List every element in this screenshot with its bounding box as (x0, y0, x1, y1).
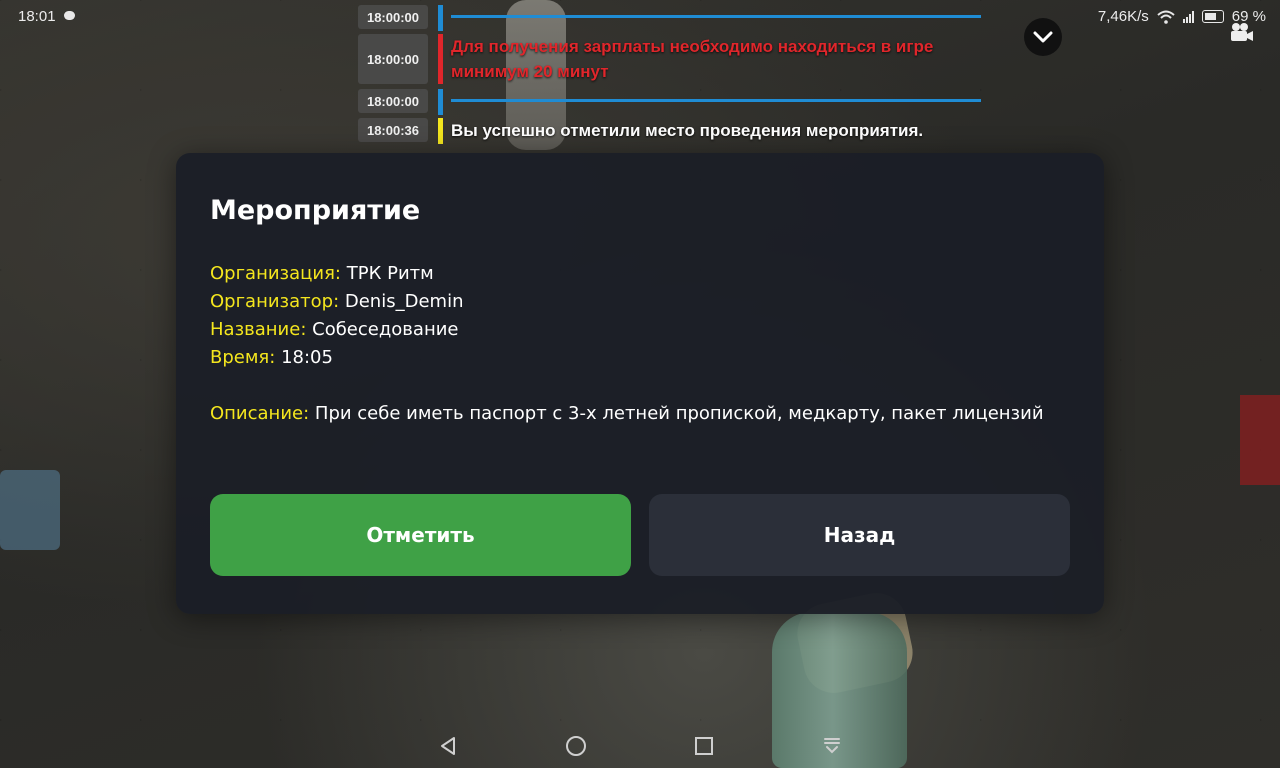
info-row-description: Описание: При себе иметь паспорт с 3-х л… (210, 400, 1044, 428)
back-button[interactable]: Назад (649, 494, 1070, 576)
chat-message: Для получения зарплаты необходимо находи… (451, 37, 934, 81)
time-label: Время: (210, 347, 276, 368)
mark-button[interactable]: Отметить (210, 494, 631, 576)
organizer-value: Denis_Demin (344, 291, 464, 312)
event-modal: Мероприятие Организация: ТРК Ритм Органи… (176, 153, 1104, 614)
status-time: 18:01 (18, 8, 56, 25)
chat-collapse-button[interactable] (1024, 18, 1062, 56)
game-prop-red (1240, 395, 1280, 485)
chat-time: 18:00:00 (358, 34, 428, 84)
nav-home-button[interactable] (562, 732, 590, 760)
name-value: Собеседование (312, 319, 459, 340)
nav-back-button[interactable] (434, 732, 462, 760)
organization-label: Организация: (210, 263, 341, 284)
net-speed: 7,46K/s (1097, 8, 1149, 25)
recents-square-icon (695, 737, 713, 755)
chat-time: 18:00:00 (358, 5, 428, 29)
description-value: При себе иметь паспорт с 3-х летней проп… (314, 403, 1044, 424)
name-label: Название: (210, 319, 307, 340)
navigation-bar (0, 722, 1280, 768)
info-row-name: Название: Собеседование (210, 316, 463, 344)
organization-value: ТРК Ритм (346, 263, 434, 284)
chat-row: 18:00:00 (358, 5, 981, 31)
time-value: 18:05 (281, 347, 333, 368)
chat-bar (438, 5, 443, 31)
chat-time: 18:00:36 (358, 118, 428, 142)
description-label: Описание: (210, 403, 310, 424)
battery-icon (1201, 10, 1224, 23)
organizer-label: Организатор: (210, 291, 340, 312)
signal-icon (1182, 10, 1194, 23)
chat-separator (451, 99, 981, 102)
chat-time: 18:00:00 (358, 89, 428, 113)
info-row-time: Время: 18:05 (210, 344, 463, 372)
chat-row: 18:00:36 Вы успешно отметили место прове… (358, 118, 923, 144)
chat-bar (438, 118, 443, 144)
back-triangle-icon (441, 737, 455, 755)
info-row-organizer: Организатор: Denis_Demin (210, 288, 463, 316)
home-circle-icon (566, 736, 586, 756)
chat-message: Вы успешно отметили место проведения мер… (451, 121, 924, 140)
event-info: Организация: ТРК Ритм Организатор: Denis… (210, 260, 463, 372)
info-row-organization: Организация: ТРК Ритм (210, 260, 463, 288)
keyboard-collapse-icon (824, 738, 840, 754)
chat-bar (438, 34, 443, 84)
wifi-icon (1157, 10, 1175, 24)
chat-row: 18:00:00 (358, 89, 981, 115)
chevron-down-icon (1033, 31, 1053, 43)
chat-separator (451, 15, 981, 18)
nav-recents-button[interactable] (690, 732, 718, 760)
chat-bar (438, 89, 443, 115)
modal-title: Мероприятие (210, 195, 421, 226)
game-prop-basket (0, 470, 60, 550)
chat-row: 18:00:00 Для получения зарплаты необходи… (358, 34, 933, 84)
camera-icon[interactable] (1228, 22, 1254, 42)
message-icon (64, 11, 75, 20)
nav-keyboard-button[interactable] (818, 732, 846, 760)
